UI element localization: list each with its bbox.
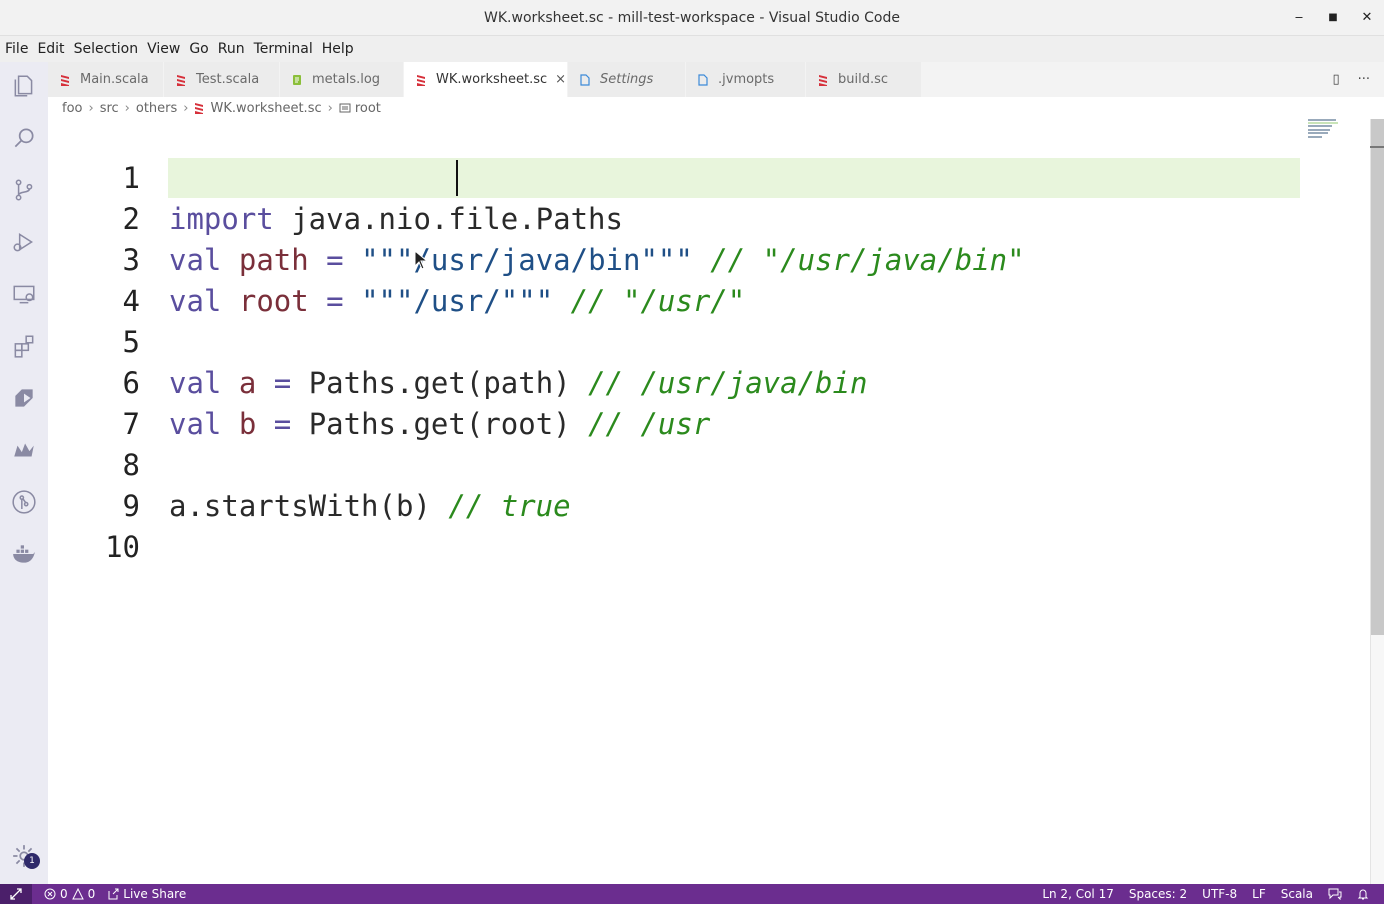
log-icon bbox=[292, 74, 302, 86]
breadcrumb-separator: › bbox=[183, 100, 189, 116]
share-icon bbox=[108, 888, 119, 900]
docker-icon[interactable] bbox=[10, 540, 38, 568]
menu-edit[interactable]: Edit bbox=[37, 41, 64, 57]
mouse-pointer-icon bbox=[414, 249, 429, 274]
tab-label: build.sc bbox=[838, 72, 889, 87]
error-count: 0 bbox=[60, 887, 68, 901]
problems-indicator[interactable]: 0 0 bbox=[44, 887, 95, 901]
code-line[interactable]: 4 bbox=[48, 240, 1348, 318]
menu-go[interactable]: Go bbox=[189, 41, 208, 57]
tab-label: Test.scala bbox=[196, 72, 260, 87]
split-editor-icon[interactable]: ▯ bbox=[1332, 72, 1339, 87]
code-line[interactable]: 2 val path = """/usr/java/bin""" // "/us… bbox=[48, 158, 1348, 277]
tab-main-scala[interactable]: Main.scala bbox=[48, 62, 164, 97]
scala-icon bbox=[818, 74, 828, 86]
menu-selection[interactable]: Selection bbox=[74, 41, 139, 57]
status-bar: 0 0 Live Share Ln 2, Col 17 Spaces: 2 UT… bbox=[0, 884, 1384, 904]
code-line[interactable]: 3 val root = """/usr/""" // "/usr/" bbox=[48, 199, 1348, 318]
tab-label: Settings bbox=[600, 72, 654, 87]
menu-file[interactable]: File bbox=[5, 41, 28, 57]
file-icon bbox=[698, 73, 708, 86]
breadcrumb: foo › src › others › WK.worksheet.sc › r… bbox=[48, 97, 381, 119]
extensions-icon[interactable] bbox=[10, 332, 38, 360]
code-line[interactable]: 1 import java.nio.file.Paths bbox=[48, 117, 1348, 236]
breadcrumb-separator: › bbox=[88, 100, 94, 116]
window-title: WK.worksheet.sc - mill-test-workspace - … bbox=[484, 10, 900, 26]
breadcrumb-separator: › bbox=[124, 100, 130, 116]
live-share-label: Live Share bbox=[123, 887, 187, 901]
code-line[interactable]: 6 val b = Paths.get(root) // /usr bbox=[48, 322, 1348, 441]
remote-indicator[interactable] bbox=[0, 884, 32, 904]
menu-terminal[interactable]: Terminal bbox=[254, 41, 313, 57]
tab-label: .jvmopts bbox=[718, 72, 775, 87]
more-actions-icon[interactable]: ··· bbox=[1358, 72, 1370, 87]
tab-wk-worksheet[interactable]: WK.worksheet.sc × bbox=[404, 62, 568, 97]
warning-count: 0 bbox=[87, 887, 96, 901]
breadcrumb-src[interactable]: src bbox=[100, 101, 119, 116]
feedback-icon[interactable] bbox=[1328, 888, 1342, 900]
breadcrumb-separator: › bbox=[327, 100, 333, 116]
line-number: 10 bbox=[105, 530, 140, 564]
activity-bar bbox=[0, 62, 48, 884]
symbol-variable-icon bbox=[339, 102, 351, 114]
error-icon bbox=[44, 888, 56, 900]
tab-metals-log[interactable]: metals.log bbox=[280, 62, 404, 97]
text-cursor bbox=[456, 160, 458, 196]
source-control-icon[interactable] bbox=[10, 176, 38, 204]
tab-test-scala[interactable]: Test.scala bbox=[164, 62, 280, 97]
code-line[interactable]: 8 a.startsWith(b) // true bbox=[48, 404, 1348, 523]
notifications-bell-icon[interactable] bbox=[1357, 888, 1369, 900]
explorer-icon[interactable] bbox=[10, 72, 38, 100]
breadcrumb-file[interactable]: WK.worksheet.sc bbox=[210, 101, 321, 116]
title-bar: WK.worksheet.sc - mill-test-workspace - … bbox=[0, 0, 1384, 36]
menu-view[interactable]: View bbox=[147, 41, 180, 57]
tab-label: Main.scala bbox=[80, 72, 149, 87]
code-line[interactable]: 9 bbox=[48, 445, 1348, 523]
line-ending[interactable]: LF bbox=[1252, 887, 1266, 901]
close-icon[interactable]: × bbox=[555, 72, 566, 87]
live-share-status[interactable]: Live Share bbox=[107, 887, 186, 901]
scala-icon bbox=[60, 74, 70, 86]
search-icon[interactable] bbox=[10, 124, 38, 152]
scala-icon bbox=[176, 74, 186, 86]
minimap[interactable] bbox=[1306, 119, 1370, 159]
warning-icon bbox=[71, 888, 84, 900]
indentation[interactable]: Spaces: 2 bbox=[1129, 887, 1187, 901]
code-line[interactable]: 7 bbox=[48, 363, 1348, 441]
tab-label: WK.worksheet.sc bbox=[436, 72, 548, 87]
run-debug-icon[interactable] bbox=[10, 228, 38, 256]
menu-help[interactable]: Help bbox=[322, 41, 354, 57]
close-window-button[interactable]: ✕ bbox=[1356, 8, 1378, 28]
tab-label: metals.log bbox=[312, 72, 381, 87]
scala-icon bbox=[416, 74, 426, 86]
breadcrumb-foo[interactable]: foo bbox=[62, 101, 82, 116]
minimize-button[interactable]: ‒ bbox=[1288, 8, 1310, 28]
code-line[interactable]: 10 bbox=[48, 486, 1348, 564]
remote-icon bbox=[10, 888, 22, 900]
cursor-position-marker bbox=[1370, 146, 1384, 148]
tab-actions: ▯ ··· bbox=[1332, 72, 1370, 87]
breadcrumb-symbol[interactable]: root bbox=[355, 101, 381, 116]
code-line[interactable]: 5 val a = Paths.get(path) // /usr/java/b… bbox=[48, 281, 1348, 400]
tab-build-sc[interactable]: build.sc bbox=[806, 62, 922, 97]
settings-badge: 1 bbox=[24, 853, 40, 869]
menu-bar: File Edit Selection View Go Run Terminal… bbox=[0, 36, 1384, 62]
metals-icon[interactable] bbox=[10, 436, 38, 464]
vertical-scrollbar-thumb[interactable] bbox=[1371, 119, 1384, 635]
code-editor[interactable]: 1 import java.nio.file.Paths 2 val path … bbox=[48, 119, 1370, 884]
file-icon bbox=[580, 73, 590, 86]
tab-settings[interactable]: Settings bbox=[568, 62, 686, 97]
encoding[interactable]: UTF-8 bbox=[1202, 887, 1237, 901]
remote-explorer-icon[interactable] bbox=[10, 280, 38, 308]
menu-run[interactable]: Run bbox=[218, 41, 245, 57]
tab-jvmopts[interactable]: .jvmopts bbox=[686, 62, 806, 97]
cursor-position[interactable]: Ln 2, Col 17 bbox=[1042, 887, 1114, 901]
live-share-icon[interactable] bbox=[10, 384, 38, 412]
language-mode[interactable]: Scala bbox=[1281, 887, 1313, 901]
editor-tabs: Main.scala Test.scala metals.log WK.work… bbox=[48, 62, 1384, 97]
breadcrumb-others[interactable]: others bbox=[136, 101, 177, 116]
git-graph-icon[interactable] bbox=[10, 488, 38, 516]
scala-icon bbox=[194, 102, 204, 114]
maximize-button[interactable]: ■ bbox=[1322, 8, 1344, 28]
